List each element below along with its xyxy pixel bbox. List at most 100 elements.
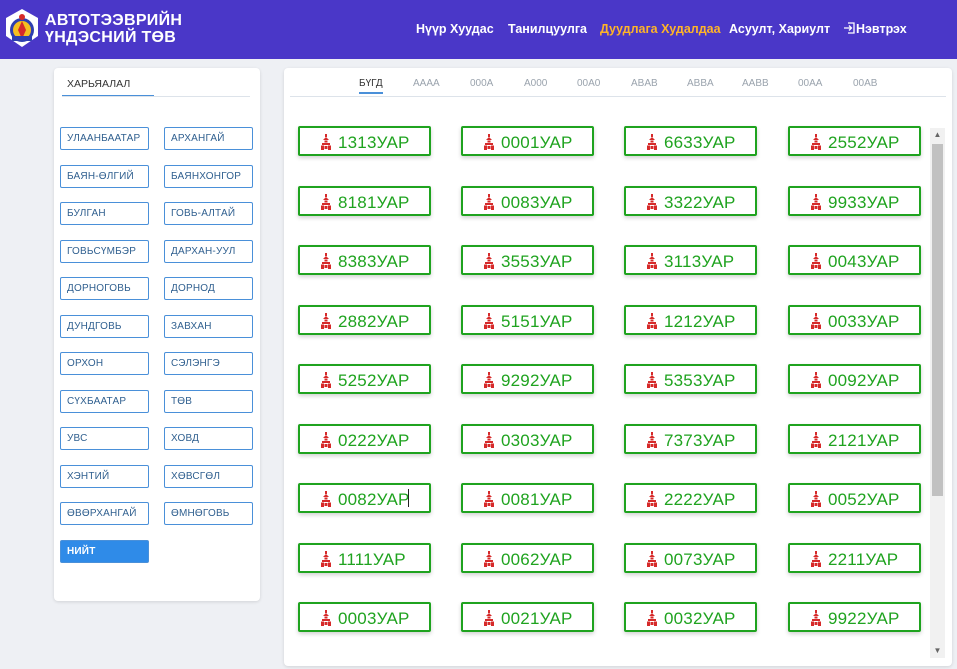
nav-home[interactable]: Нүүр Хуудас [416, 22, 494, 36]
region-button[interactable]: ХОВД [164, 427, 253, 450]
plate-number: 2211УАР [828, 549, 899, 569]
scrollbar[interactable]: ▲ ▼ [930, 128, 945, 658]
plate-card[interactable]: 9292УАР [461, 364, 594, 394]
region-button[interactable]: ГОВЬСҮМБЭР [60, 239, 149, 263]
soyombo-emblem-icon [483, 550, 495, 567]
region-button[interactable]: УВС [60, 427, 149, 450]
plate-number: 0001УАР [501, 133, 573, 152]
plate-card[interactable]: 2222УАР [624, 483, 757, 513]
region-button[interactable]: ЗАВХАН [164, 314, 253, 338]
region-button[interactable]: ДАРХАН-УУЛ [164, 239, 253, 263]
soyombo-emblem-icon [483, 312, 495, 329]
filter-tab[interactable]: ABBA [687, 78, 714, 89]
scroll-thumb[interactable] [932, 144, 943, 496]
plate-card[interactable]: 2211УАР [788, 542, 921, 573]
nav-faq[interactable]: Асуулт, Хариулт [729, 22, 830, 36]
region-button[interactable]: БАЯН-ӨЛГИЙ [60, 164, 149, 188]
plate-card[interactable]: 0032УАР [624, 602, 757, 632]
soyombo-emblem-icon [646, 491, 658, 507]
soyombo-emblem-icon [320, 372, 332, 388]
plate-card[interactable]: 3322УАР [624, 185, 757, 216]
region-all-button[interactable]: НИЙТ [60, 540, 149, 563]
region-button[interactable]: ХӨВСГӨЛ [164, 464, 253, 488]
plate-card[interactable]: 1212УАР [624, 304, 757, 335]
brand-title[interactable]: АВТОТЭЭВРИЙН ҮНДЭСНИЙ ТӨВ [45, 12, 182, 46]
soyombo-emblem-icon [320, 491, 332, 507]
region-button[interactable]: ДОРНОД [164, 277, 253, 300]
plate-card[interactable]: 2882УАР [298, 304, 431, 335]
filter-tab[interactable]: AAAA [413, 78, 440, 89]
soyombo-emblem-icon [483, 134, 495, 150]
plate-number: 2552УАР [828, 133, 900, 152]
region-button[interactable]: ӨВӨРХАНГАЙ [60, 502, 149, 525]
region-button[interactable]: АРХАНГАЙ [164, 127, 253, 150]
plate-card[interactable]: 0083УАР [461, 185, 594, 216]
region-button[interactable]: БАЯНХОНГОР [164, 164, 253, 188]
region-button[interactable]: СҮХБААТАР [60, 389, 149, 413]
nav-auction[interactable]: Дуудлага Худалдаа [600, 22, 721, 36]
plate-number: 6633УАР [664, 133, 736, 152]
soyombo-logo-icon[interactable] [4, 8, 40, 48]
plate-card[interactable]: 8181УАР [298, 185, 431, 216]
soyombo-emblem-icon [810, 312, 822, 329]
soyombo-emblem-icon [320, 550, 332, 567]
scroll-up-icon[interactable]: ▲ [930, 128, 945, 142]
soyombo-emblem-icon [810, 491, 822, 507]
plate-card[interactable]: 0021УАР [461, 602, 594, 632]
plate-card[interactable]: 0033УАР [788, 304, 921, 335]
plate-card[interactable]: 3553УАР [461, 245, 594, 275]
filter-tab[interactable]: 000A [470, 78, 493, 89]
plate-card[interactable]: 0092УАР [788, 364, 921, 394]
plate-card[interactable]: 2121УАР [788, 423, 921, 454]
plate-card[interactable]: 0073УАР [624, 542, 757, 573]
plate-card[interactable]: 0081УАР [461, 483, 594, 513]
plate-card[interactable]: 2552УАР [788, 126, 921, 156]
plate-card[interactable]: 3113УАР [624, 245, 757, 275]
plate-card[interactable]: 0003УАР [298, 602, 431, 632]
plate-card[interactable]: 5252УАР [298, 364, 431, 394]
region-button[interactable]: БУЛГАН [60, 202, 149, 225]
plate-card[interactable]: 0222УАР [298, 423, 431, 454]
region-button[interactable]: ДОРНОГОВЬ [60, 277, 149, 300]
plate-card[interactable]: 0303УАР [461, 423, 594, 454]
plate-card[interactable]: 9933УАР [788, 185, 921, 216]
plate-number: 0073УАР [664, 549, 736, 569]
plate-card[interactable]: 7373УАР [624, 423, 757, 454]
plate-number: 5151УАР [501, 311, 573, 331]
plate-card[interactable]: 0062УАР [461, 542, 594, 573]
nav-about[interactable]: Танилцуулга [508, 22, 587, 36]
plate-card[interactable]: 0082УАР [298, 483, 431, 513]
plate-card[interactable]: 5353УАР [624, 364, 757, 394]
plate-card[interactable]: 1111УАР [298, 542, 431, 573]
plate-card[interactable]: 0052УАР [788, 483, 921, 513]
region-button[interactable]: УЛААНБААТАР [60, 127, 149, 150]
plate-card[interactable]: 9922УАР [788, 602, 921, 632]
soyombo-emblem-icon [810, 134, 822, 150]
region-button[interactable]: ОРХОН [60, 352, 149, 375]
plate-card[interactable]: 0001УАР [461, 126, 594, 156]
nav-login[interactable]: Нэвтрэх [843, 22, 907, 36]
plate-number: 8383УАР [338, 252, 410, 271]
region-button[interactable]: ТӨВ [164, 389, 253, 413]
filter-tab[interactable]: ABAB [631, 78, 658, 89]
filter-tab[interactable]: 00AB [853, 78, 877, 89]
soyombo-emblem-icon [320, 253, 332, 269]
plate-number: 2121УАР [828, 430, 900, 450]
tab-jurisdiction[interactable]: ХАРЬЯАЛАЛ [62, 78, 154, 97]
filter-tab[interactable]: 00A0 [577, 78, 600, 89]
filter-tab[interactable]: 00AA [798, 78, 822, 89]
plate-card[interactable]: 8383УАР [298, 245, 431, 275]
plate-card[interactable]: 5151УАР [461, 304, 594, 335]
region-button[interactable]: ДУНДГОВЬ [60, 314, 149, 338]
region-button[interactable]: ГОВЬ-АЛТАЙ [164, 202, 253, 225]
plate-card[interactable]: 0043УАР [788, 245, 921, 275]
plate-card[interactable]: 6633УАР [624, 126, 757, 156]
filter-tab[interactable]: A000 [524, 78, 547, 89]
region-button[interactable]: ХЭНТИЙ [60, 464, 149, 488]
region-button[interactable]: СЭЛЭНГЭ [164, 352, 253, 375]
scroll-down-icon[interactable]: ▼ [930, 644, 945, 658]
plate-card[interactable]: 1313УАР [298, 126, 431, 156]
filter-tab[interactable]: AABB [742, 78, 769, 89]
region-button[interactable]: ӨМНӨГОВЬ [164, 502, 253, 525]
filter-tab[interactable]: БҮГД [359, 78, 383, 94]
